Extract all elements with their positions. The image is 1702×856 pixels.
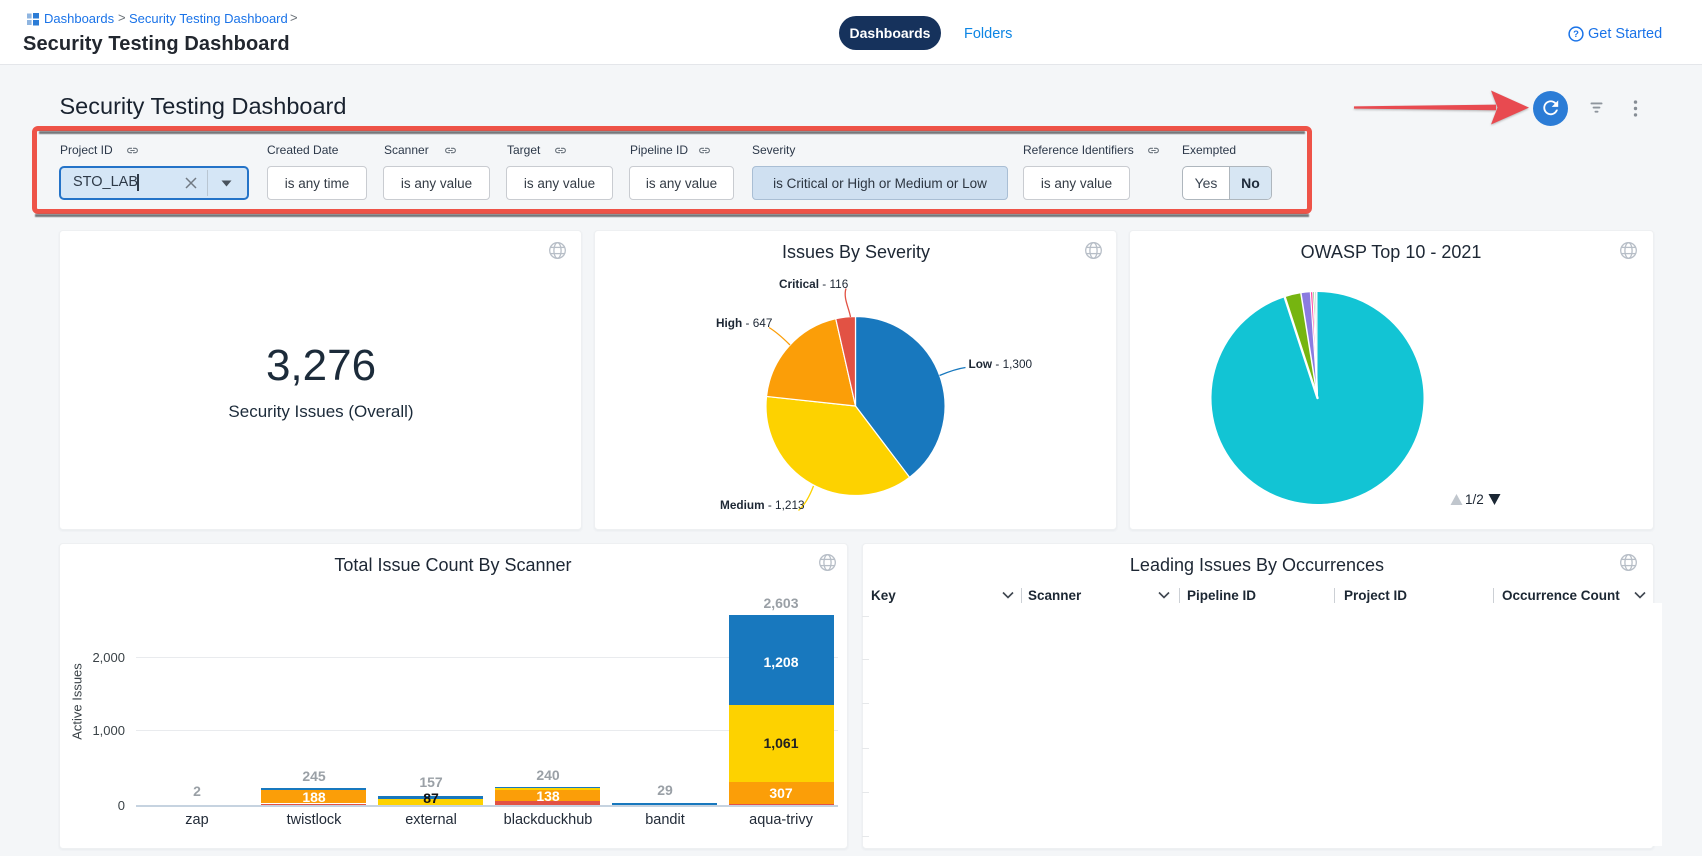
svg-text:?: ? bbox=[1573, 29, 1579, 40]
